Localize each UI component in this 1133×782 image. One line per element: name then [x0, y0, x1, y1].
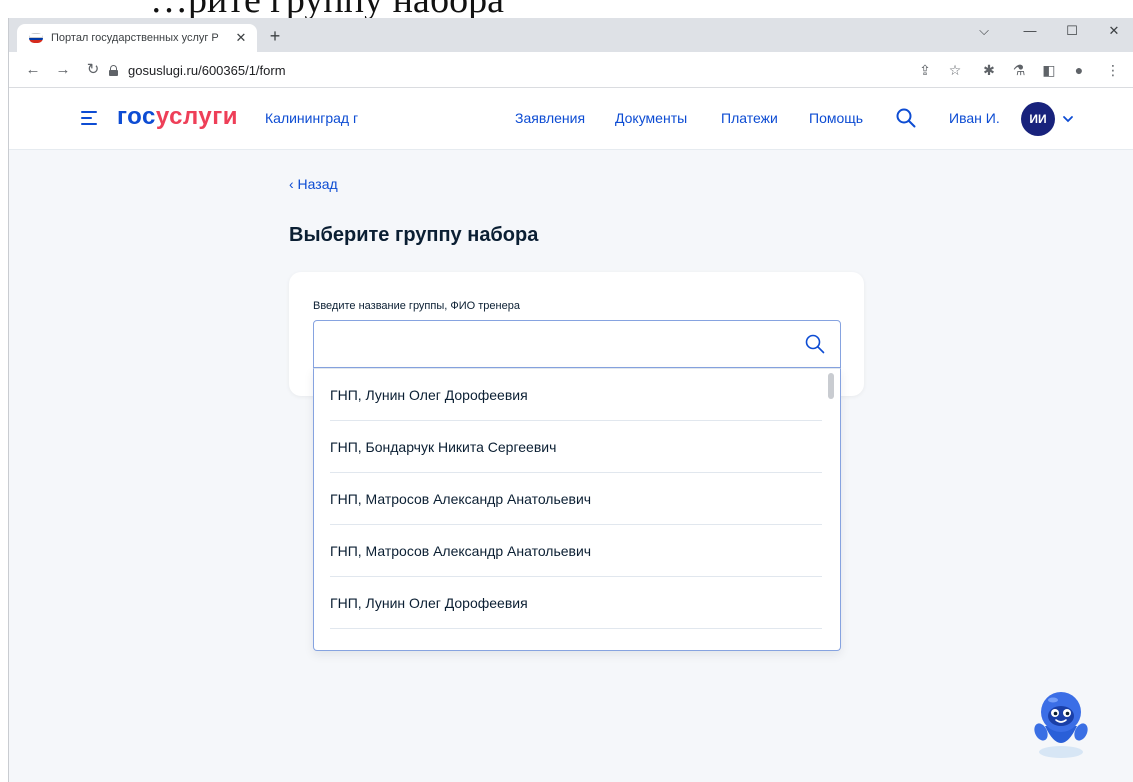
tab-title: Портал государственных услуг Р — [51, 32, 219, 44]
gosuslugi-logo[interactable]: госуслуги — [117, 103, 238, 131]
robot-assistant-icon[interactable] — [1031, 682, 1091, 762]
group-search-input[interactable] — [314, 321, 794, 367]
russia-flag-icon — [29, 33, 43, 43]
close-window-button[interactable]: ✕ — [1095, 20, 1133, 42]
menu-kebab-icon[interactable]: ⋮ — [1101, 58, 1125, 82]
list-item[interactable]: ГНП, Лунин Олег Дорофеевия — [330, 577, 822, 629]
hamburger-menu-icon[interactable] — [81, 111, 97, 125]
group-search-field[interactable] — [313, 320, 841, 368]
city-selector[interactable]: Калининград г — [265, 110, 358, 126]
new-tab-button[interactable]: + — [263, 24, 287, 48]
search-icon[interactable] — [804, 333, 826, 355]
list-item[interactable]: ГНП, Бондарчук Никита Сергеевич — [330, 629, 822, 650]
forward-arrow-icon[interactable]: → — [51, 58, 75, 82]
chevron-down-icon[interactable] — [1061, 112, 1075, 126]
tab-strip: Портал государственных услуг Р ✕ + ⌵ — ☐… — [9, 18, 1133, 52]
browser-toolbar: ← → ↻ gosuslugi.ru/600365/1/form ⇪ ☆ ✱ ⚗… — [9, 52, 1133, 88]
nav-help[interactable]: Помощь — [809, 110, 863, 126]
bookmark-star-icon[interactable]: ☆ — [943, 58, 967, 82]
url-text: gosuslugi.ru/600365/1/form — [128, 62, 286, 78]
lab-flask-icon[interactable]: ⚗ — [1007, 58, 1031, 82]
page-title: Выберите группу набора — [289, 224, 539, 246]
group-dropdown-list: ГНП, Лунин Олег Дорофеевия ГНП, Бондарчу… — [313, 368, 841, 651]
field-label: Введите название группы, ФИО тренера — [313, 300, 520, 312]
extensions-puzzle-icon[interactable]: ✱ — [977, 58, 1001, 82]
reload-icon[interactable]: ↻ — [81, 58, 105, 82]
nav-documents[interactable]: Документы — [615, 110, 687, 126]
maximize-button[interactable]: ☐ — [1053, 20, 1091, 42]
lock-icon — [109, 64, 118, 76]
nav-applications[interactable]: Заявления — [515, 110, 585, 126]
minimize-button[interactable]: — — [1011, 20, 1049, 42]
list-item[interactable]: ГНП, Бондарчук Никита Сергеевич — [330, 421, 822, 473]
profile-icon[interactable]: ● — [1067, 58, 1091, 82]
user-name[interactable]: Иван И. — [949, 110, 1000, 126]
gosuslugi-page: госуслуги Калининград г Заявления Докуме… — [9, 88, 1133, 782]
browser-window: Портал государственных услуг Р ✕ + ⌵ — ☐… — [8, 18, 1133, 782]
dropdown-scrollbar[interactable] — [828, 373, 834, 399]
list-item[interactable]: ГНП, Матросов Александр Анатольевич — [330, 525, 822, 577]
back-link[interactable]: ‹ Назад — [289, 176, 338, 192]
browser-tab[interactable]: Портал государственных услуг Р ✕ — [17, 24, 257, 52]
address-bar[interactable]: gosuslugi.ru/600365/1/form — [109, 57, 399, 83]
list-item[interactable]: ГНП, Лунин Олег Дорофеевия — [330, 369, 822, 421]
side-panel-icon[interactable]: ◧ — [1037, 58, 1061, 82]
tab-search-icon[interactable]: ⌵ — [965, 20, 1003, 42]
share-icon[interactable]: ⇪ — [913, 58, 937, 82]
back-arrow-icon[interactable]: ← — [21, 58, 45, 82]
close-tab-icon[interactable]: ✕ — [233, 30, 249, 46]
list-item[interactable]: ГНП, Матросов Александр Анатольевич — [330, 473, 822, 525]
site-header: госуслуги Калининград г Заявления Докуме… — [9, 88, 1133, 150]
avatar[interactable]: ИИ — [1021, 102, 1055, 136]
search-icon[interactable] — [895, 107, 917, 129]
nav-payments[interactable]: Платежи — [721, 110, 778, 126]
